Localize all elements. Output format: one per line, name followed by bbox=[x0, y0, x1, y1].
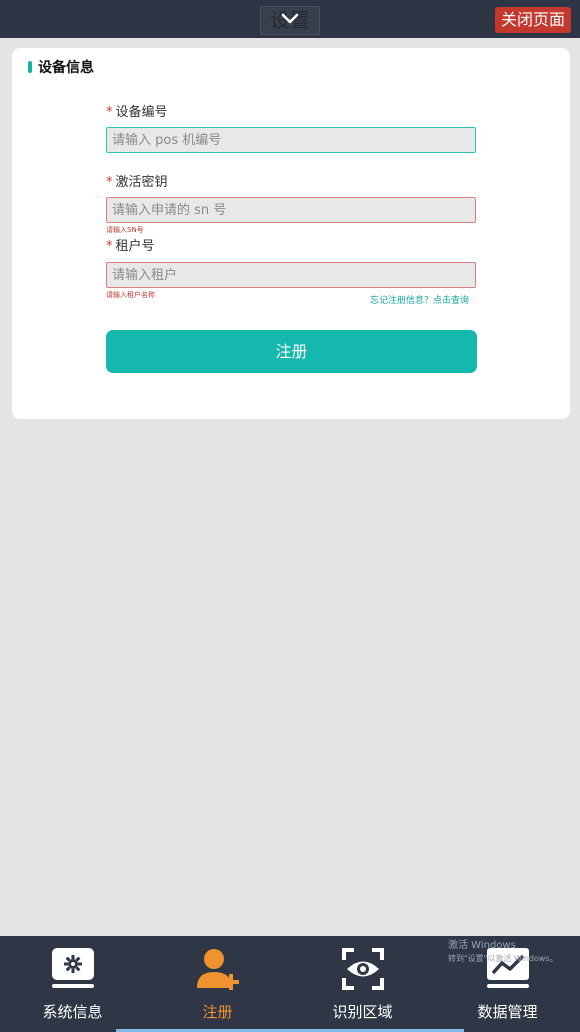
device-id-label: * 设备编号 bbox=[106, 105, 168, 120]
windows-activation-watermark: 激活 Windows 转到"设置"以激活 Windows。 bbox=[448, 936, 558, 964]
nav-label: 识别区域 bbox=[332, 1003, 393, 1021]
watermark-line1: 激活 Windows bbox=[448, 940, 516, 951]
nav-label: 数据管理 bbox=[477, 1003, 538, 1021]
nav-item-register[interactable]: 注册 bbox=[145, 936, 290, 1032]
forgot-info-link[interactable]: 忘记注册信息？点击查询 bbox=[370, 293, 469, 306]
close-page-button[interactable]: 关闭页面 bbox=[495, 7, 571, 33]
required-mark: * bbox=[106, 175, 113, 190]
section-marker bbox=[28, 61, 32, 73]
top-bar: 设置 关闭页面 bbox=[0, 0, 580, 38]
card-title: 设备信息 bbox=[38, 60, 94, 76]
card-header: 设备信息 bbox=[28, 59, 94, 76]
device-info-card: 设备信息 *设备编号 *激活密钥 请输入SN号 *租户号 请输入租户名称 忘记注… bbox=[12, 48, 570, 419]
tenant-input[interactable] bbox=[106, 262, 476, 288]
device-id-input[interactable] bbox=[106, 127, 476, 153]
nav-label: 注册 bbox=[202, 1003, 233, 1021]
register-button[interactable]: 注册 bbox=[106, 330, 477, 373]
tenant-error: 请输入租户名称 bbox=[106, 291, 155, 299]
activation-key-input[interactable] bbox=[106, 197, 476, 223]
chevron-down-icon[interactable] bbox=[280, 12, 300, 26]
activation-key-error: 请输入SN号 bbox=[106, 226, 144, 234]
nav-item-recognition-area[interactable]: 识别区域 bbox=[290, 936, 435, 1032]
required-mark: * bbox=[106, 105, 113, 120]
required-mark: * bbox=[106, 239, 113, 254]
eye-scan-icon bbox=[342, 948, 384, 990]
nav-label: 系统信息 bbox=[42, 1003, 103, 1021]
tenant-label: * 租户号 bbox=[106, 239, 155, 254]
activation-key-label: * 激活密钥 bbox=[106, 175, 168, 190]
gear-monitor-icon bbox=[52, 948, 94, 988]
watermark-line2: 转到"设置"以激活 Windows。 bbox=[448, 954, 558, 963]
nav-item-system-info[interactable]: 系统信息 bbox=[0, 936, 145, 1032]
add-user-icon bbox=[197, 949, 239, 990]
